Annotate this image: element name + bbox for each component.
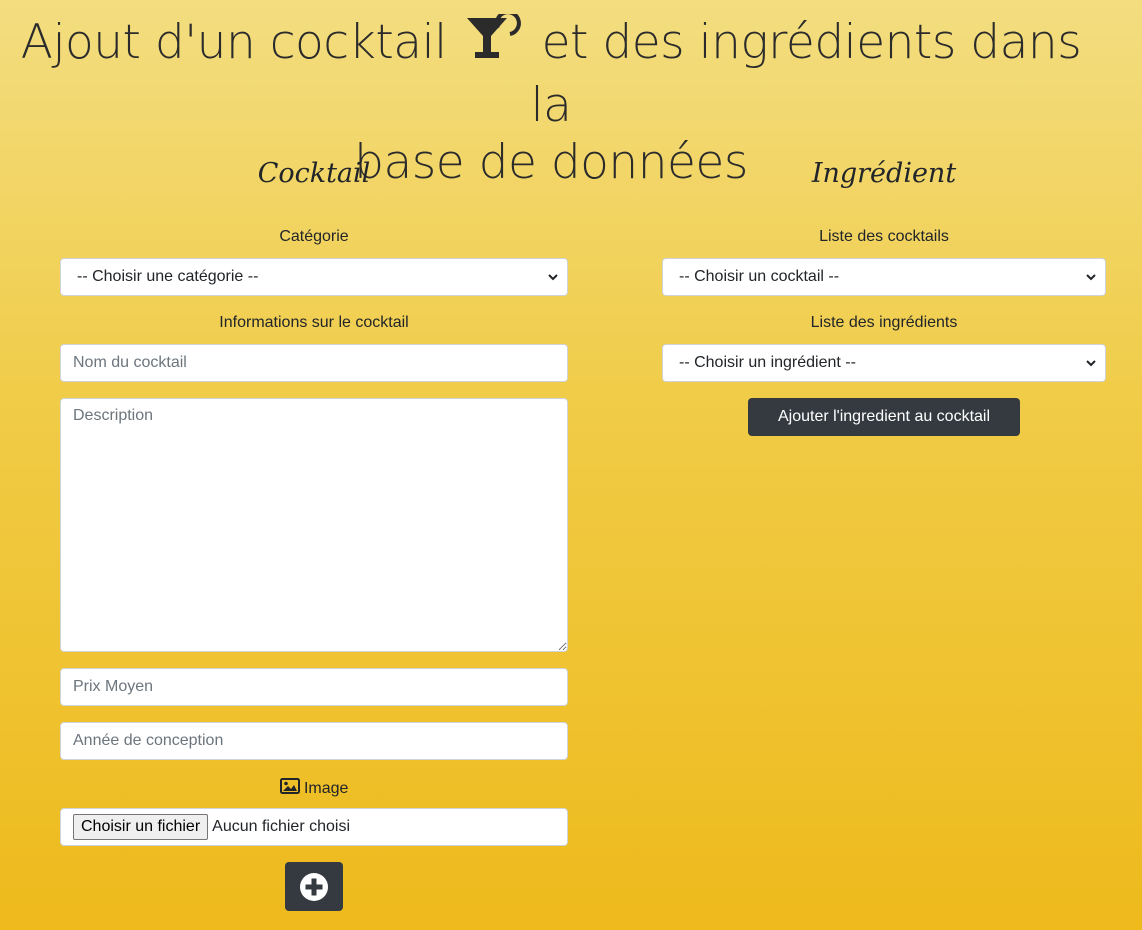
chevron-down-icon	[1086, 274, 1096, 281]
image-label-text: Image	[303, 780, 349, 797]
image-file-input[interactable]: Choisir un fichier Aucun fichier choisi	[60, 808, 568, 846]
page-title-line1-start: Ajout d'un cocktail	[20, 15, 447, 70]
description-textarea[interactable]	[60, 398, 568, 652]
image-icon	[279, 778, 300, 794]
cocktail-name-input[interactable]	[60, 344, 568, 382]
category-label: Catégorie	[279, 228, 349, 245]
image-label: Image	[60, 778, 568, 798]
design-year-input[interactable]	[60, 722, 568, 760]
category-select[interactable]: -- Choisir une catégorie --	[60, 258, 568, 296]
ingredient-heading: Ingrédient	[811, 158, 957, 189]
chevron-down-icon	[548, 274, 558, 281]
ingredient-list-label: Liste des ingrédients	[810, 314, 958, 331]
chevron-down-icon	[1086, 360, 1096, 367]
add-ingredient-button[interactable]: Ajouter l'ingredient au cocktail	[748, 398, 1020, 436]
choose-file-button[interactable]: Choisir un fichier	[73, 814, 209, 840]
category-select-value: -- Choisir une catégorie --	[77, 268, 259, 285]
add-cocktail-button[interactable]	[285, 862, 343, 911]
cocktail-glass-icon	[465, 10, 523, 77]
ingredient-select[interactable]: -- Choisir un ingrédient --	[662, 344, 1106, 382]
cocktail-info-label: Informations sur le cocktail	[219, 314, 409, 331]
cocktail-heading: Cocktail	[257, 158, 371, 189]
cocktail-select[interactable]: -- Choisir un cocktail --	[662, 258, 1106, 296]
average-price-input[interactable]	[60, 668, 568, 706]
plus-circle-icon	[300, 872, 328, 901]
file-status-text: Aucun fichier choisi	[212, 818, 350, 835]
ingredient-select-value: -- Choisir un ingrédient --	[679, 354, 856, 371]
cocktail-list-label: Liste des cocktails	[819, 228, 949, 245]
cocktail-select-value: -- Choisir un cocktail --	[679, 268, 840, 285]
page-title-line1-end: et des ingrédients dans la	[530, 15, 1082, 133]
